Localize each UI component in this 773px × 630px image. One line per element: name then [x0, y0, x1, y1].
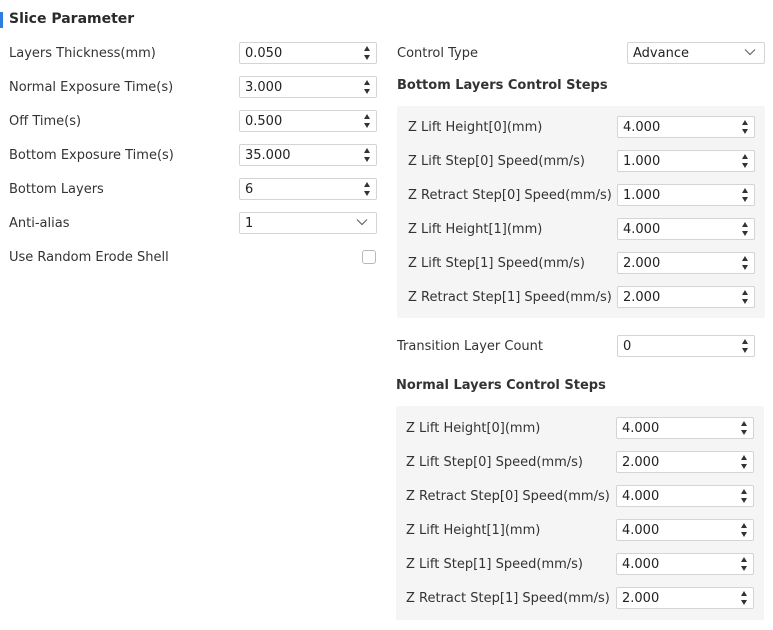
bottom-z-retract-step-1-speed-label: Z Retract Step[1] Speed(mm/s): [408, 290, 612, 305]
transition-layer-count-spinbox[interactable]: 0: [617, 335, 755, 357]
bottom-z-lift-step-0-speed-label: Z Lift Step[0] Speed(mm/s): [408, 154, 585, 169]
bottom-steps-title: Bottom Layers Control Steps: [397, 78, 608, 93]
transition-layer-count-label: Transition Layer Count: [397, 339, 543, 354]
normal-exposure-time-value: 3.000: [245, 80, 283, 95]
chevron-down-icon: [356, 219, 368, 226]
normal-z-lift-height-0-spinbox[interactable]: 4.000: [616, 417, 754, 439]
normal-z-lift-step-0-speed-spinbox[interactable]: 2.000: [616, 451, 754, 473]
anti-alias-select[interactable]: 1: [239, 212, 377, 234]
normal-z-retract-step-1-speed-spinbox[interactable]: 2.000: [616, 587, 754, 609]
spin-arrows-icon[interactable]: [740, 187, 749, 203]
normal-z-retract-step-1-speed-value: 2.000: [622, 591, 660, 606]
spin-arrows-icon[interactable]: [740, 289, 749, 305]
control-type-label: Control Type: [397, 46, 478, 61]
spin-arrows-icon[interactable]: [362, 181, 371, 197]
bottom-z-lift-height-0-value: 4.000: [623, 120, 661, 135]
bottom-exposure-time-label: Bottom Exposure Time(s): [9, 148, 174, 163]
bottom-layers-value: 6: [245, 182, 254, 197]
bottom-z-lift-height-0-label: Z Lift Height[0](mm): [408, 120, 543, 135]
transition-layer-count-value: 0: [623, 339, 632, 354]
control-type-select[interactable]: Advance: [627, 42, 765, 64]
normal-z-lift-step-0-speed-label: Z Lift Step[0] Speed(mm/s): [406, 455, 583, 470]
bottom-z-lift-height-1-spinbox[interactable]: 4.000: [617, 218, 755, 240]
bottom-z-lift-height-1-label: Z Lift Height[1](mm): [408, 222, 543, 237]
spin-arrows-icon[interactable]: [740, 119, 749, 135]
bottom-layers-spinbox[interactable]: 6: [239, 178, 377, 200]
bottom-z-retract-step-0-speed-value: 1.000: [623, 188, 661, 203]
off-time-label: Off Time(s): [9, 114, 82, 129]
normal-steps-panel: Z Lift Height[0](mm) 4.000 Z Lift Step[0…: [396, 406, 764, 620]
spin-arrows-icon[interactable]: [362, 45, 371, 61]
spin-arrows-icon[interactable]: [740, 221, 749, 237]
spin-arrows-icon[interactable]: [739, 454, 748, 470]
random-erode-shell-label: Use Random Erode Shell: [9, 250, 169, 265]
anti-alias-label: Anti-alias: [9, 216, 70, 231]
bottom-z-lift-step-1-speed-value: 2.000: [623, 256, 661, 271]
normal-exposure-time-spinbox[interactable]: 3.000: [239, 76, 377, 98]
spin-arrows-icon[interactable]: [739, 420, 748, 436]
anti-alias-value: 1: [245, 216, 254, 231]
section-title: Slice Parameter: [9, 11, 135, 27]
bottom-z-lift-step-0-speed-spinbox[interactable]: 1.000: [617, 150, 755, 172]
spin-arrows-icon[interactable]: [739, 556, 748, 572]
spin-arrows-icon[interactable]: [740, 153, 749, 169]
section-accent-bar: [0, 12, 3, 28]
bottom-z-lift-step-1-speed-spinbox[interactable]: 2.000: [617, 252, 755, 274]
bottom-z-retract-step-1-speed-value: 2.000: [623, 290, 661, 305]
random-erode-shell-checkbox[interactable]: [362, 250, 376, 264]
bottom-z-lift-step-0-speed-value: 1.000: [623, 154, 661, 169]
bottom-z-retract-step-1-speed-spinbox[interactable]: 2.000: [617, 286, 755, 308]
normal-z-lift-height-1-label: Z Lift Height[1](mm): [406, 523, 541, 538]
layers-thickness-value: 0.050: [245, 46, 283, 61]
bottom-steps-panel: Z Lift Height[0](mm) 4.000 Z Lift Step[0…: [397, 106, 765, 318]
off-time-spinbox[interactable]: 0.500: [239, 110, 377, 132]
layers-thickness-spinbox[interactable]: 0.050: [239, 42, 377, 64]
spin-arrows-icon[interactable]: [362, 113, 371, 129]
normal-z-lift-step-0-speed-value: 2.000: [622, 455, 660, 470]
spin-arrows-icon[interactable]: [740, 255, 749, 271]
bottom-layers-label: Bottom Layers: [9, 182, 104, 197]
spin-arrows-icon[interactable]: [739, 522, 748, 538]
normal-z-retract-step-1-speed-label: Z Retract Step[1] Speed(mm/s): [406, 591, 610, 606]
control-type-value: Advance: [633, 46, 689, 61]
normal-z-retract-step-0-speed-label: Z Retract Step[0] Speed(mm/s): [406, 489, 610, 504]
normal-z-lift-height-0-label: Z Lift Height[0](mm): [406, 421, 541, 436]
off-time-value: 0.500: [245, 114, 283, 129]
normal-z-lift-height-1-spinbox[interactable]: 4.000: [616, 519, 754, 541]
normal-z-lift-step-1-speed-value: 4.000: [622, 557, 660, 572]
spin-arrows-icon[interactable]: [740, 338, 749, 354]
spin-arrows-icon[interactable]: [362, 147, 371, 163]
normal-steps-title: Normal Layers Control Steps: [396, 378, 606, 393]
chevron-down-icon: [744, 49, 756, 56]
spin-arrows-icon[interactable]: [739, 590, 748, 606]
normal-z-retract-step-0-speed-value: 4.000: [622, 489, 660, 504]
bottom-z-retract-step-0-speed-spinbox[interactable]: 1.000: [617, 184, 755, 206]
bottom-exposure-time-value: 35.000: [245, 148, 291, 163]
bottom-exposure-time-spinbox[interactable]: 35.000: [239, 144, 377, 166]
spin-arrows-icon[interactable]: [362, 79, 371, 95]
normal-z-lift-step-1-speed-label: Z Lift Step[1] Speed(mm/s): [406, 557, 583, 572]
layers-thickness-label: Layers Thickness(mm): [9, 46, 156, 61]
normal-exposure-time-label: Normal Exposure Time(s): [9, 80, 174, 95]
normal-z-lift-step-1-speed-spinbox[interactable]: 4.000: [616, 553, 754, 575]
bottom-z-retract-step-0-speed-label: Z Retract Step[0] Speed(mm/s): [408, 188, 612, 203]
normal-z-retract-step-0-speed-spinbox[interactable]: 4.000: [616, 485, 754, 507]
bottom-z-lift-height-1-value: 4.000: [623, 222, 661, 237]
normal-z-lift-height-1-value: 4.000: [622, 523, 660, 538]
bottom-z-lift-height-0-spinbox[interactable]: 4.000: [617, 116, 755, 138]
bottom-z-lift-step-1-speed-label: Z Lift Step[1] Speed(mm/s): [408, 256, 585, 271]
normal-z-lift-height-0-value: 4.000: [622, 421, 660, 436]
spin-arrows-icon[interactable]: [739, 488, 748, 504]
